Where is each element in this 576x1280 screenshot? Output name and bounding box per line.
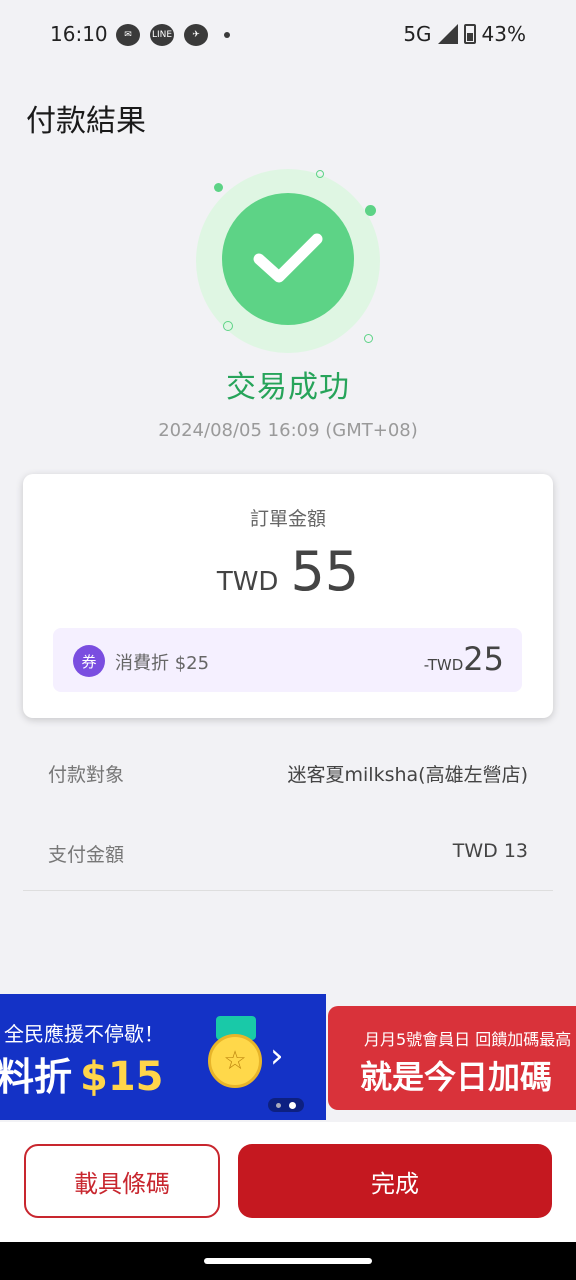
sparkle-dot [365, 205, 376, 216]
done-button[interactable]: 完成 [238, 1144, 552, 1218]
divider [23, 890, 553, 891]
payee-value: 迷客夏milksha(高雄左營店) [287, 764, 528, 786]
line-icon: LINE [150, 24, 174, 46]
clock: 16:10 [50, 22, 108, 46]
carrier-barcode-button[interactable]: 載具條碼 [24, 1144, 220, 1218]
signal-icon [437, 24, 458, 44]
discount-currency: -TWD [423, 656, 464, 674]
promo-banner-red[interactable]: 月月5號會員日 回饋加碼最高 就是今日加碼 [328, 1006, 576, 1110]
page-title: 付款結果 [26, 104, 146, 139]
discount-row: 券 消費折 $25 -TWD25 [53, 628, 522, 692]
home-gesture-handle[interactable] [204, 1258, 372, 1264]
promo-banner-offer: 料折 $15 [0, 1046, 164, 1101]
order-amount-card: 訂單金額 TWD 55 券 消費折 $25 -TWD25 [23, 474, 553, 718]
messenger-icon: ✉ [116, 24, 140, 46]
paid-amount-label: 支付金額 [48, 844, 125, 866]
bird-icon: ✈ [184, 24, 208, 46]
system-indicators: 5G 43% [403, 22, 526, 46]
medal-icon: ☆ [208, 1034, 262, 1088]
check-circle [222, 193, 354, 325]
order-amount-value: 55 [290, 540, 360, 603]
checkmark-icon [253, 233, 323, 283]
promo-banner-offer-text: 料折 [0, 1055, 73, 1099]
discount-label: 消費折 $25 [115, 653, 210, 674]
promo-banner-headline: 全民應援不停歇！ [4, 1022, 164, 1046]
more-notifications-dot [224, 32, 230, 38]
bottom-action-bar: 載具條碼 完成 [0, 1122, 576, 1242]
coupon-icon: 券 [73, 645, 105, 677]
promo-banner-red-headline: 月月5號會員日 回饋加碼最高 [364, 1030, 572, 1049]
promo-banner-offer-amount: $15 [80, 1054, 164, 1100]
promo-banner-blue[interactable]: 全民應援不停歇！ 料折 $15 ☆ › [0, 994, 326, 1120]
network-label: 5G [403, 22, 432, 46]
discount-amount: 25 [463, 640, 504, 678]
chevron-right-icon[interactable]: › [270, 1036, 284, 1076]
notification-icons: ✉ LINE ✈ [116, 24, 230, 46]
pager-dot-active [289, 1101, 296, 1109]
sparkle-dot [364, 334, 373, 343]
pager-dot [276, 1102, 281, 1108]
order-currency: TWD [216, 567, 279, 597]
discount-value: -TWD25 [424, 640, 504, 678]
banner-pager [268, 1098, 304, 1112]
status-bar: 16:10 ✉ LINE ✈ 5G 43% [0, 0, 576, 72]
sparkle-dot [223, 321, 233, 331]
paid-amount-value: TWD 13 [452, 840, 528, 862]
navigation-bar [0, 1242, 576, 1280]
promo-banner-red-offer: 就是今日加碼 [360, 1058, 553, 1096]
transaction-status: 交易成功 [226, 370, 350, 405]
battery-icon [463, 24, 476, 44]
sparkle-dot [214, 183, 223, 192]
order-amount-label: 訂單金額 [249, 508, 326, 530]
order-amount: TWD 55 [23, 540, 553, 603]
sparkle-dot [316, 170, 324, 178]
success-illustration [190, 165, 386, 361]
battery-percent: 43% [481, 22, 526, 46]
transaction-timestamp: 2024/08/05 16:09 (GMT+08) [158, 420, 418, 441]
payee-label: 付款對象 [48, 764, 125, 786]
